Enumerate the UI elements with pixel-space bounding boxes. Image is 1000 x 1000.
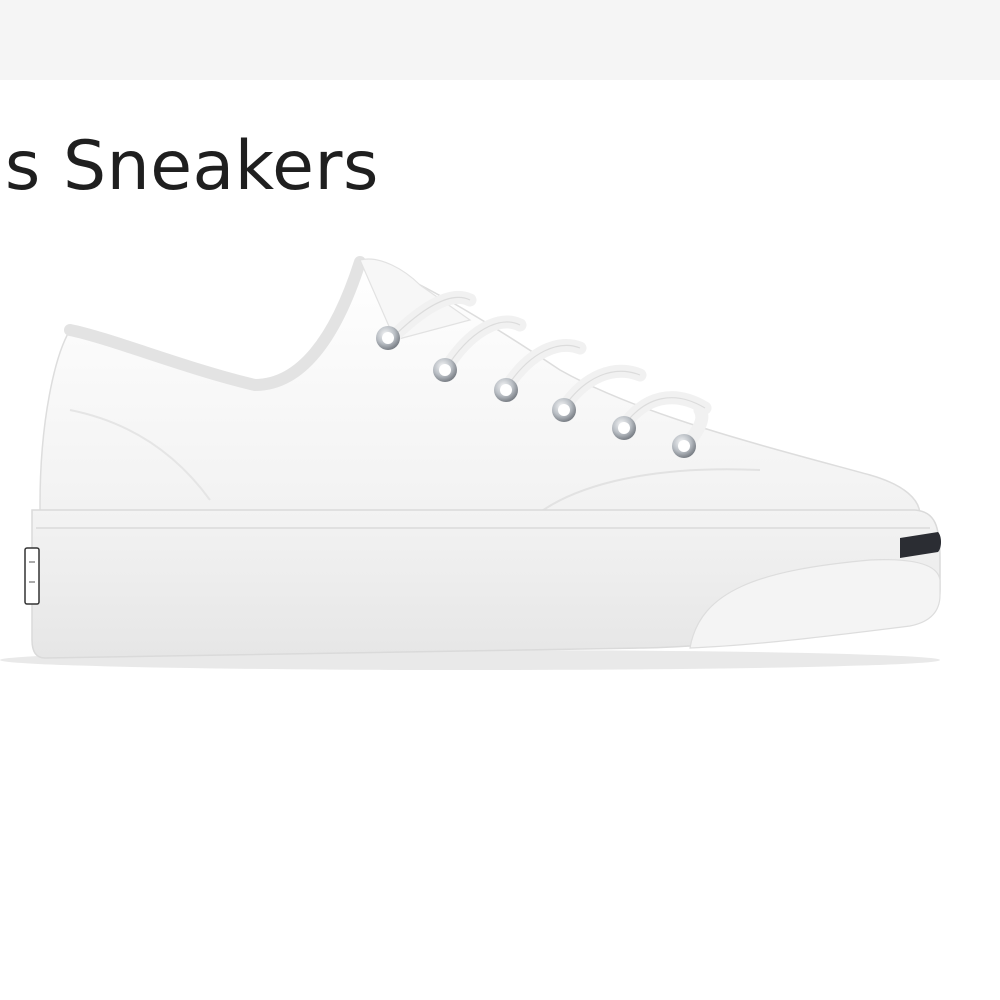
product-title: vas Sneakers <box>0 127 379 206</box>
sneaker-illustration <box>0 256 941 670</box>
top-bar <box>0 0 1000 80</box>
product-page: vas Sneakers <box>0 0 1000 1000</box>
heel-label <box>24 547 40 605</box>
shoe-upper <box>39 259 932 531</box>
product-image <box>0 230 1000 700</box>
